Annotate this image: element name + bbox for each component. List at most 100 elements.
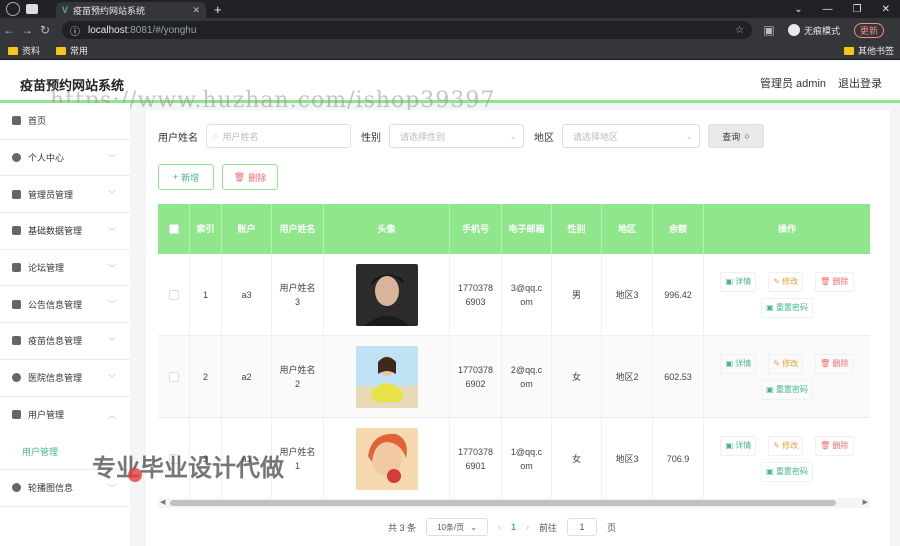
row-select-cell bbox=[158, 336, 190, 417]
cell-index: 1 bbox=[190, 254, 222, 335]
sidebar-item-forum[interactable]: 论坛管理 ﹀ bbox=[0, 250, 130, 287]
sidebar-item-hospital[interactable]: 医院信息管理 ﹀ bbox=[0, 360, 130, 397]
bookmark-folder[interactable]: 常用 bbox=[56, 44, 88, 57]
back-icon[interactable]: ← bbox=[0, 23, 18, 37]
incognito-indicator[interactable]: 无痕模式 bbox=[788, 24, 840, 37]
row-checkbox[interactable] bbox=[168, 453, 179, 464]
cell-phone: 1770378 6903 bbox=[450, 254, 502, 335]
add-button[interactable]: + 新增 bbox=[158, 164, 214, 190]
url-text: localhost:8081/#/yonghu bbox=[88, 24, 197, 36]
sidebar-item-notice[interactable]: 公告信息管理 ﹀ bbox=[0, 286, 130, 324]
cell-account: a1 bbox=[222, 418, 272, 499]
goto-page-input[interactable]: 1 bbox=[567, 518, 598, 536]
scrollbar-thumb[interactable] bbox=[170, 500, 836, 506]
gender-select[interactable]: 请选择性别 ⌄ bbox=[389, 124, 524, 148]
other-bookmarks[interactable]: 其他书签 bbox=[843, 44, 900, 57]
reset-password-button[interactable]: ▣ 重置密码 bbox=[761, 379, 813, 400]
select-all-checkbox[interactable] bbox=[168, 224, 179, 234]
info-icon[interactable]: ⓘ bbox=[70, 23, 80, 38]
view-button[interactable]: ▣ 详情 bbox=[720, 271, 757, 292]
cell-operations: ▣ 详情 ✎ 修改 🗑 删除 ▣ 重置密码 bbox=[704, 336, 870, 417]
bookmark-folder[interactable]: 资料 bbox=[8, 44, 40, 57]
edit-button[interactable]: ✎ 修改 bbox=[768, 271, 804, 292]
cell-email: 3@qq.c om bbox=[502, 254, 552, 335]
edit-button[interactable]: ✎ 修改 bbox=[768, 353, 804, 374]
minimize-icon[interactable]: — bbox=[823, 2, 833, 18]
th-operations: 操作 bbox=[777, 224, 796, 234]
total-count: 共 3 条 bbox=[388, 522, 417, 533]
sidebar-item-admin[interactable]: 管理员管理 ﹀ bbox=[0, 176, 130, 214]
restore-icon[interactable]: ❐ bbox=[853, 2, 862, 18]
cell-index: 2 bbox=[190, 336, 222, 417]
user-icon bbox=[12, 153, 21, 163]
th-area[interactable]: 地区 bbox=[602, 204, 653, 254]
sidepanel-icon[interactable]: ▣ bbox=[760, 23, 778, 37]
cell-name: 用户姓名 1 bbox=[272, 418, 324, 499]
avatar bbox=[355, 345, 418, 408]
sidebar-subitem-user-manage[interactable]: 用户管理 bbox=[0, 433, 130, 470]
omnibox[interactable]: ⓘ localhost:8081/#/yonghu ☆ bbox=[62, 21, 752, 39]
sidebar-item-vaccine[interactable]: 疫苗信息管理 ﹀ bbox=[0, 323, 130, 360]
area-select[interactable]: 请选择地区 ⌄ bbox=[562, 124, 700, 148]
app-title: 疫苗预约网站系统 bbox=[20, 78, 125, 93]
sidebar-item-users[interactable]: 用户管理 ︿ bbox=[0, 397, 130, 434]
scroll-left-icon[interactable]: ◀ bbox=[160, 498, 165, 506]
sidebar-item-basedata[interactable]: 基础数据管理 ﹀ bbox=[0, 213, 130, 250]
new-tab-icon[interactable]: + bbox=[214, 2, 222, 18]
cell-name: 用户姓名 2 bbox=[272, 336, 324, 417]
th-gender[interactable]: 性别 bbox=[552, 204, 602, 254]
delete-button[interactable]: 🗑 删除 bbox=[815, 271, 854, 292]
logout-link[interactable]: 退出登录 bbox=[838, 75, 882, 91]
sidebar-item-home[interactable]: 首页 bbox=[0, 103, 130, 140]
reset-password-button[interactable]: ▣ 重置密码 bbox=[761, 461, 813, 482]
sidebar-item-profile[interactable]: 个人中心 ﹀ bbox=[0, 140, 130, 177]
row-checkbox[interactable] bbox=[168, 371, 179, 382]
carousel-icon bbox=[12, 483, 21, 493]
th-index[interactable]: 索引 bbox=[190, 204, 222, 254]
delete-button[interactable]: 🗑 删除 bbox=[815, 353, 854, 374]
chevron-down-icon[interactable]: ⌄ bbox=[794, 2, 802, 18]
search-form: 用户姓名 ○ 用户姓名 性别 请选择性别 ⌄ 地区 请选择地区 ⌄ 查询 ○ bbox=[158, 124, 764, 148]
sidebar-item-carousel[interactable]: 轮播图信息 ﹀ bbox=[0, 470, 130, 507]
bookmark-star-icon[interactable]: ☆ bbox=[735, 25, 744, 36]
th-phone[interactable]: 手机号 bbox=[450, 204, 502, 254]
chrome-icon[interactable] bbox=[6, 2, 20, 16]
view-button[interactable]: ▣ 详情 bbox=[720, 435, 757, 456]
close-window-icon[interactable]: ✕ bbox=[882, 2, 890, 18]
trash-icon: 🗑 bbox=[233, 171, 246, 182]
th-balance[interactable]: 余额 bbox=[653, 204, 704, 254]
query-button[interactable]: 查询 ○ bbox=[708, 124, 764, 148]
browser-tab[interactable]: V 疫苗预约网站系统 ✕ bbox=[56, 2, 206, 18]
search-icon: ○ bbox=[744, 131, 750, 141]
table-row: 1 a3 用户姓名 3 1770378 6903 3@qq.c om 男 地区3… bbox=[158, 254, 870, 336]
th-account[interactable]: 账户 bbox=[222, 204, 272, 254]
admin-label: 管理员 admin bbox=[760, 78, 827, 90]
reset-password-button[interactable]: ▣ 重置密码 bbox=[761, 297, 813, 318]
row-select-cell bbox=[158, 254, 190, 335]
username-input[interactable]: ○ 用户姓名 bbox=[206, 124, 351, 148]
page-size-select[interactable]: 10条/页 ⌄ bbox=[426, 518, 489, 536]
cell-email: 1@qq.c om bbox=[502, 418, 552, 499]
goto-label: 前往 bbox=[539, 522, 558, 533]
update-button[interactable]: 更新 bbox=[854, 22, 885, 38]
chevron-down-icon: ﹀ bbox=[108, 263, 116, 273]
delete-button[interactable]: 🗑 删除 bbox=[815, 435, 854, 456]
th-avatar[interactable]: 头像 bbox=[324, 204, 450, 254]
page-number-current[interactable]: 1 bbox=[511, 522, 516, 532]
th-email[interactable]: 电子邮箱 bbox=[502, 204, 552, 254]
edit-button[interactable]: ✎ 修改 bbox=[768, 435, 804, 456]
scroll-right-icon[interactable]: ▶ bbox=[863, 498, 868, 506]
horizontal-scrollbar[interactable]: ◀ ▶ bbox=[158, 498, 870, 508]
batch-delete-button[interactable]: 🗑 删除 bbox=[222, 164, 278, 190]
view-button[interactable]: ▣ 详情 bbox=[720, 353, 757, 374]
forward-icon[interactable]: → bbox=[18, 23, 36, 37]
reload-icon[interactable]: ↻ bbox=[36, 23, 54, 37]
next-page-icon[interactable]: › bbox=[526, 522, 529, 532]
cell-name: 用户姓名 3 bbox=[272, 254, 324, 335]
row-checkbox[interactable] bbox=[168, 289, 179, 300]
close-tab-icon[interactable]: ✕ bbox=[192, 5, 200, 16]
th-name[interactable]: 用户姓名 bbox=[272, 204, 324, 254]
chevron-down-icon: ⌄ bbox=[470, 522, 477, 532]
window-icon[interactable] bbox=[26, 4, 38, 14]
prev-page-icon[interactable]: ‹ bbox=[498, 522, 501, 532]
